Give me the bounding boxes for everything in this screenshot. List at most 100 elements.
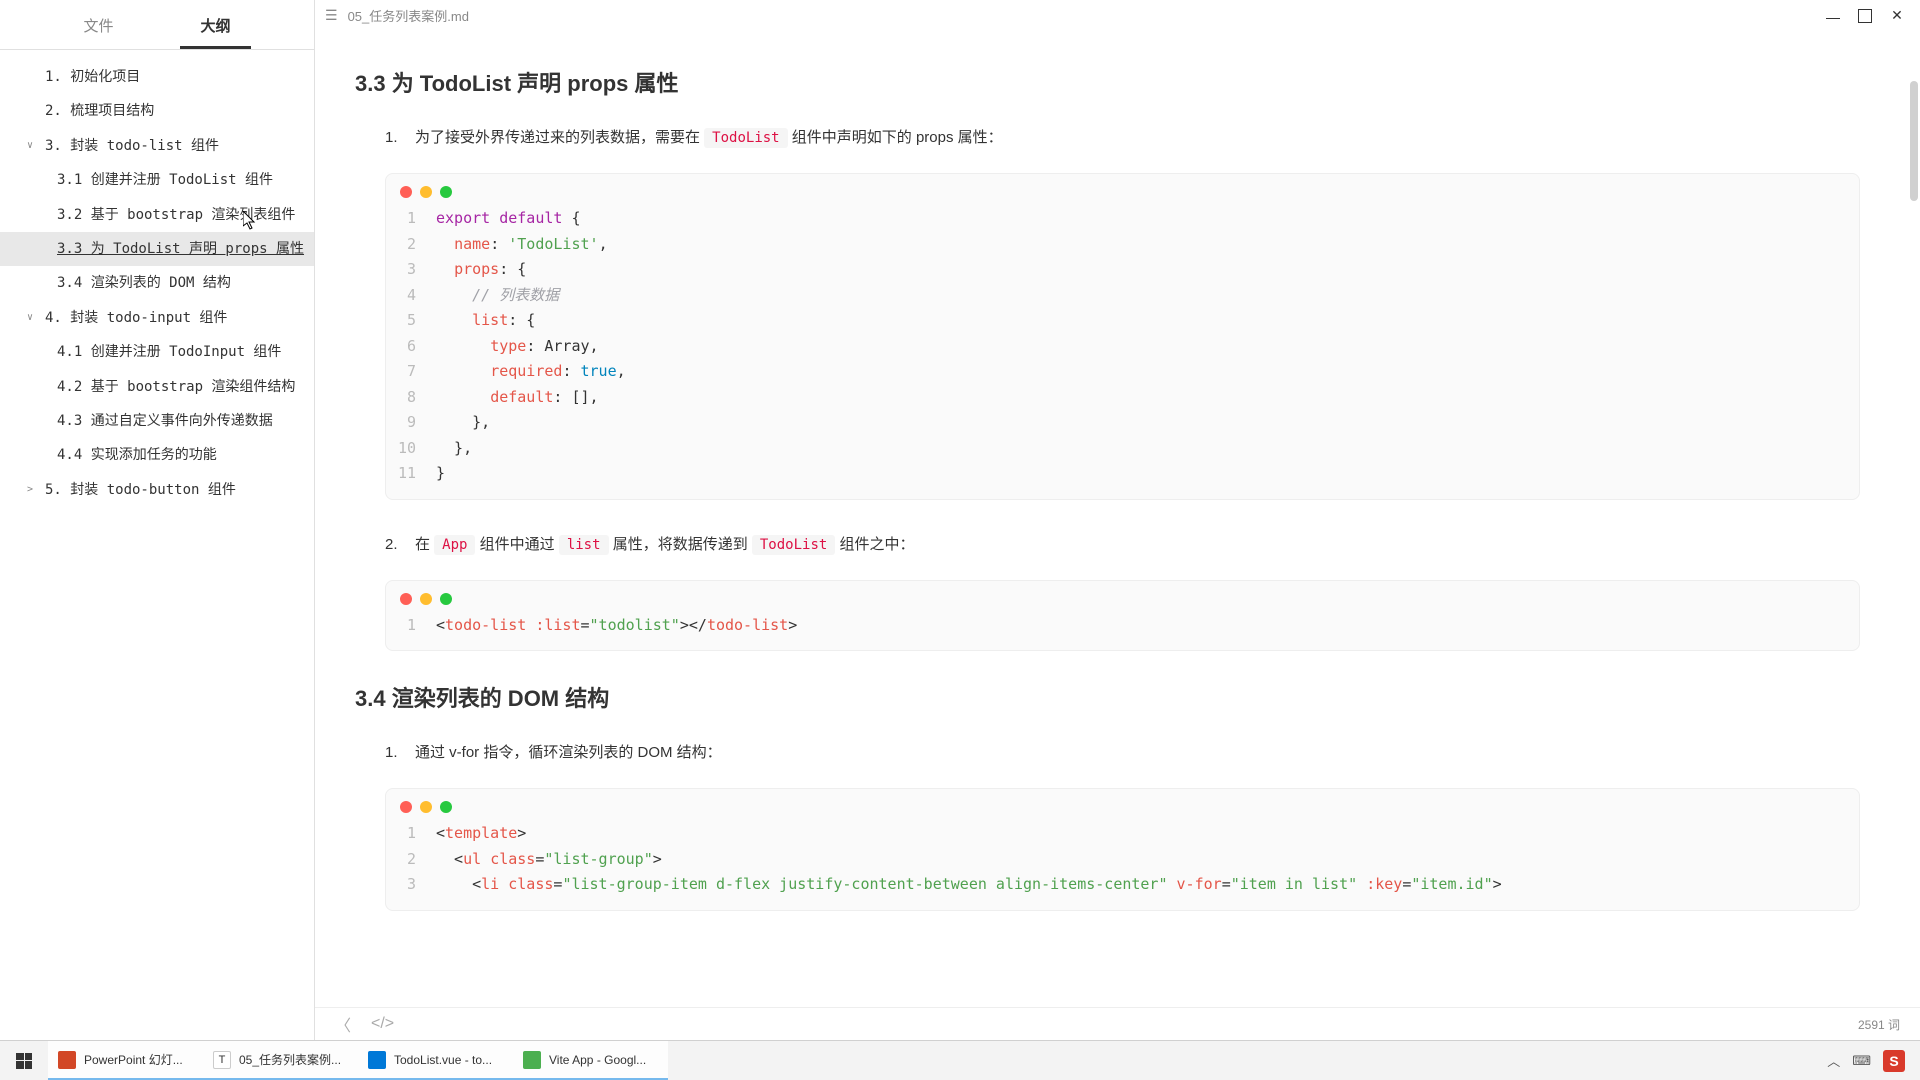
code-text: <todo-list :list="todolist"></todo-list> — [436, 613, 1859, 639]
code-line: 2 <ul class="list-group"> — [386, 847, 1859, 873]
sidebar: 文件 大纲 1. 初始化项目 2. 梳理项目结构 ∨3. 封装 todo-list … — [0, 0, 315, 1040]
outline-item[interactable]: 3.4 渲染列表的 DOM 结构 — [0, 266, 314, 300]
taskbar-label: PowerPoint 幻灯... — [84, 1051, 183, 1068]
word-count: 2591 词 — [1858, 1016, 1900, 1033]
outline-label: 4.1 创建并注册 TodoInput 组件 — [57, 341, 281, 363]
text: 为了接受外界传递过来的列表数据，需要在 — [415, 129, 704, 146]
paragraph-2: 2. 在 App 组件中通过 list 属性，将数据传递到 TodoList 组… — [355, 530, 1860, 560]
code-line: 9 }, — [386, 410, 1859, 436]
outline-item[interactable]: 3.1 创建并注册 TodoList 组件 — [0, 163, 314, 197]
tray-chevron-icon[interactable]: ︿ — [1827, 1051, 1840, 1070]
start-button[interactable] — [0, 1041, 48, 1080]
code-text: }, — [436, 436, 1859, 462]
outline-label: 2. 梳理项目结构 — [45, 100, 154, 122]
chevron-icon[interactable]: ∨ — [27, 310, 39, 326]
app-icon — [523, 1051, 541, 1069]
outline-label: 4.2 基于 bootstrap 渲染组件结构 — [57, 376, 295, 398]
code-toggle[interactable]: </> — [371, 1015, 394, 1033]
text: 组件中通过 — [480, 536, 559, 553]
outline-label: 4. 封装 todo-input 组件 — [45, 307, 227, 329]
footer-bar: 〈 </> 2591 词 — [315, 1007, 1920, 1040]
taskbar: PowerPoint 幻灯... T 05_任务列表案例... TodoList.vu… — [0, 1040, 1920, 1080]
close-button[interactable] — [1890, 9, 1904, 23]
line-number: 4 — [386, 283, 436, 309]
paragraph-3: 1. 通过 v-for 指令，循环渲染列表的 DOM 结构： — [355, 738, 1860, 768]
scrollbar-thumb[interactable] — [1910, 81, 1918, 201]
paragraph-text: 为了接受外界传递过来的列表数据，需要在 TodoList 组件中声明如下的 pr… — [415, 123, 1860, 153]
outline-label: 3.1 创建并注册 TodoList 组件 — [57, 169, 273, 191]
code-text: type: Array, — [436, 334, 1859, 360]
taskbar-label: TodoList.vue - to... — [394, 1053, 492, 1067]
code-line: 3 <li class="list-group-item d-flex just… — [386, 872, 1859, 898]
code-line: 5 list: { — [386, 308, 1859, 334]
mac-dots — [386, 174, 1859, 206]
paragraph-text: 在 App 组件中通过 list 属性，将数据传递到 TodoList 组件之中… — [415, 530, 1860, 560]
code-line: 8 default: [], — [386, 385, 1859, 411]
taskbar-item[interactable]: T 05_任务列表案例... — [203, 1041, 358, 1080]
filename: 05_任务列表案例.md — [348, 6, 1826, 25]
minimize-button[interactable] — [1826, 18, 1840, 19]
outline-label: 3.3 为 TodoList 声明 props 属性 — [57, 238, 304, 260]
outline-label: 4.4 实现添加任务的功能 — [57, 444, 217, 466]
code-text: name: 'TodoList', — [436, 232, 1859, 258]
mac-dots — [386, 789, 1859, 821]
code-line: 7 required: true, — [386, 359, 1859, 385]
outline-item[interactable]: 4.3 通过自定义事件向外传递数据 — [0, 404, 314, 438]
maximize-button[interactable] — [1858, 9, 1872, 23]
content-area[interactable]: 3.3 为 TodoList 声明 props 属性 1. 为了接受外界传递过来… — [315, 31, 1920, 1007]
outline-item[interactable]: ∨3. 封装 todo-list 组件 — [0, 129, 314, 163]
code-block-1: 1export default {2 name: 'TodoList',3 pr… — [385, 173, 1860, 500]
app-icon: T — [213, 1051, 231, 1069]
outline-list: 1. 初始化项目 2. 梳理项目结构 ∨3. 封装 todo-list 组件 3.1 … — [0, 50, 314, 1040]
line-number: 9 — [386, 410, 436, 436]
chevron-icon[interactable]: > — [27, 482, 39, 498]
code-text: list: { — [436, 308, 1859, 334]
tray-keyboard-icon[interactable]: ⌨ — [1852, 1053, 1871, 1069]
ime-indicator[interactable]: S — [1883, 1050, 1905, 1072]
line-number: 7 — [386, 359, 436, 385]
line-number: 1 — [386, 821, 436, 847]
code-text: default: [], — [436, 385, 1859, 411]
inline-code: TodoList — [704, 128, 787, 148]
inline-code: TodoList — [752, 535, 835, 555]
list-number: 1. — [385, 123, 415, 153]
code-line: 1export default { — [386, 206, 1859, 232]
code-line: 4 // 列表数据 — [386, 283, 1859, 309]
code-text: props: { — [436, 257, 1859, 283]
outline-item[interactable]: 4.1 创建并注册 TodoInput 组件 — [0, 335, 314, 369]
inline-code: App — [434, 535, 475, 555]
app-icon — [58, 1051, 76, 1069]
tab-outline[interactable]: 大纲 — [180, 0, 250, 49]
outline-item[interactable]: 1. 初始化项目 — [0, 60, 314, 94]
taskbar-item[interactable]: Vite App - Googl... — [513, 1041, 668, 1080]
outline-label: 3.4 渲染列表的 DOM 结构 — [57, 272, 231, 294]
outline-label: 5. 封装 todo-button 组件 — [45, 479, 236, 501]
line-number: 10 — [386, 436, 436, 462]
line-number: 2 — [386, 232, 436, 258]
tab-file[interactable]: 文件 — [63, 0, 133, 49]
taskbar-item[interactable]: PowerPoint 幻灯... — [48, 1041, 203, 1080]
chevron-icon[interactable]: ∨ — [27, 138, 39, 154]
line-number: 8 — [386, 385, 436, 411]
back-button[interactable]: 〈 — [335, 1012, 351, 1036]
code-line: 2 name: 'TodoList', — [386, 232, 1859, 258]
outline-item[interactable]: >5. 封装 todo-button 组件 — [0, 473, 314, 507]
outline-item[interactable]: 4.2 基于 bootstrap 渲染组件结构 — [0, 370, 314, 404]
code-text: <li class="list-group-item d-flex justif… — [436, 872, 1859, 898]
menu-icon[interactable]: ☰ — [325, 7, 338, 24]
outline-item[interactable]: 3.3 为 TodoList 声明 props 属性 — [0, 232, 314, 266]
outline-item[interactable]: 3.2 基于 bootstrap 渲染列表组件 — [0, 198, 314, 232]
outline-item[interactable]: 4.4 实现添加任务的功能 — [0, 438, 314, 472]
taskbar-label: 05_任务列表案例... — [239, 1051, 341, 1068]
code-text: export default { — [436, 206, 1859, 232]
code-block-3: 1<template>2 <ul class="list-group">3 <l… — [385, 788, 1860, 911]
outline-item[interactable]: ∨ 4. 封装 todo-input 组件 — [0, 301, 314, 335]
app-icon — [368, 1051, 386, 1069]
code-line: 1<todo-list :list="todolist"></todo-list… — [386, 613, 1859, 639]
code-text: }, — [436, 410, 1859, 436]
code-line: 6 type: Array, — [386, 334, 1859, 360]
code-line: 10 }, — [386, 436, 1859, 462]
taskbar-item[interactable]: TodoList.vue - to... — [358, 1041, 513, 1080]
paragraph-text: 通过 v-for 指令，循环渲染列表的 DOM 结构： — [415, 738, 1860, 768]
outline-item[interactable]: 2. 梳理项目结构 — [0, 94, 314, 128]
